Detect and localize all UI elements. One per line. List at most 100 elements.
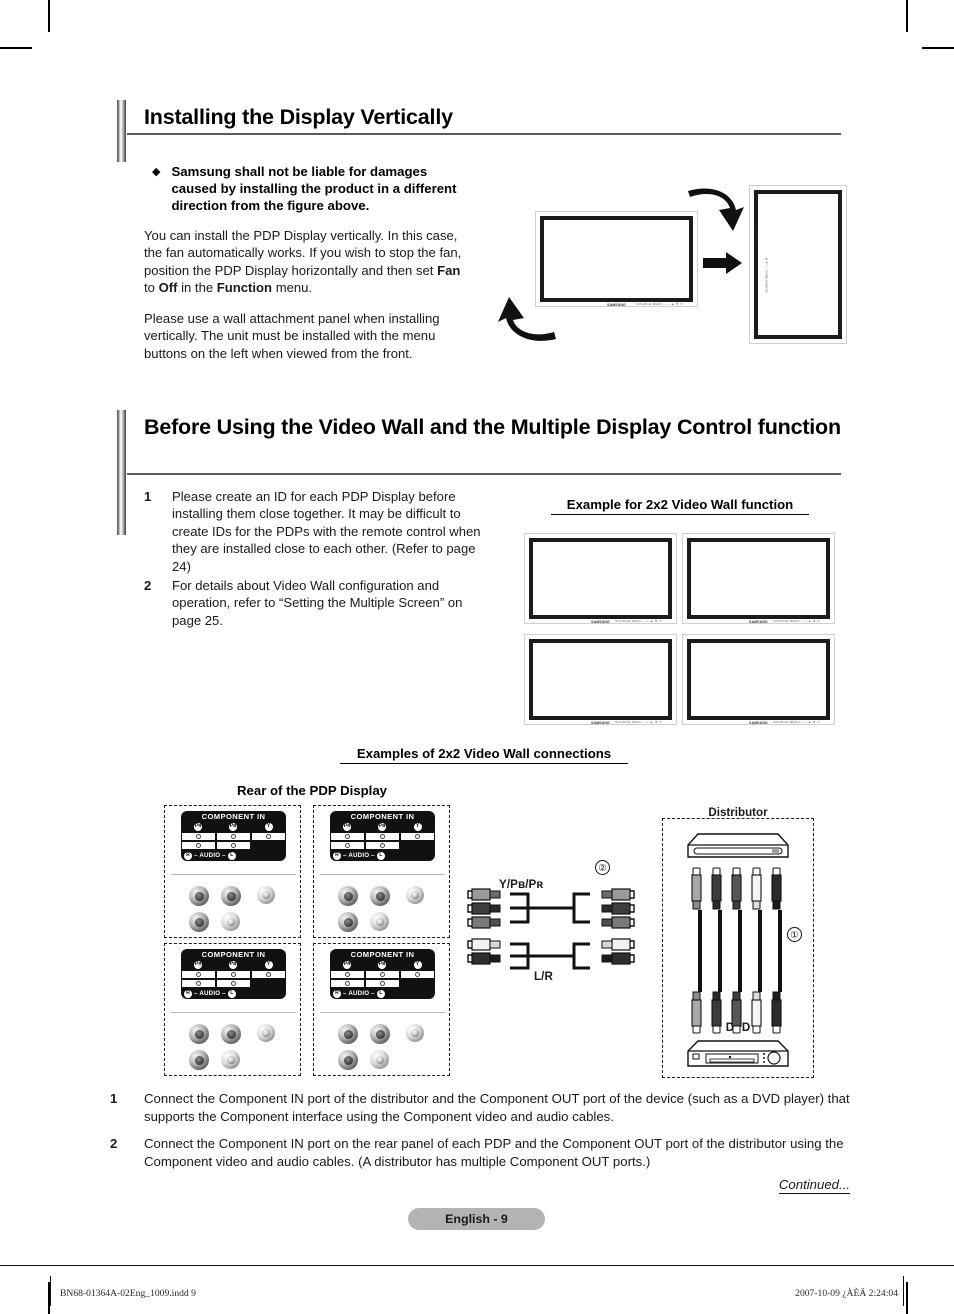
component-in-title: COMPONENT IN	[350, 812, 415, 821]
rca-jack-pb-1	[221, 886, 241, 906]
audio-badge-l: L	[227, 851, 236, 860]
hole-cell	[181, 970, 216, 979]
distributor-label: Distributor	[708, 806, 768, 819]
footer-filename: BN68-01364A-02Eng_1009.indd 9	[60, 1288, 196, 1299]
videowall-display-2: SAMSUNG SOURCE MENU − + ▲ ▼ ⏻	[682, 533, 835, 624]
rear-panel-3: COMPONENT IN Pʀ Pʙ Y R – AUDIO – L	[164, 943, 301, 1076]
list-item-number: 2	[144, 578, 152, 594]
diamond-bullet-icon: ◆	[152, 166, 161, 178]
jack-hole-icon	[231, 834, 236, 839]
component-in-jack-header: Pʀ Pʙ Y	[181, 960, 286, 970]
continued-link[interactable]: Continued...	[778, 1177, 850, 1194]
videowall-display-2-screen: SAMSUNG SOURCE MENU − + ▲ ▼ ⏻	[687, 538, 830, 624]
section1-bullet: ◆ Samsung shall not be liable for damage…	[152, 163, 471, 215]
jack-header-cell: Y	[400, 960, 435, 970]
jack-header-cell: Pʀ	[330, 960, 365, 970]
section1-para1-bold-off: Off	[158, 280, 178, 296]
audio-badge-r: R	[184, 851, 192, 860]
hole-cell	[330, 841, 365, 850]
section1-para1-part-c: to	[144, 280, 159, 296]
page-number-badge: English - 9	[408, 1208, 545, 1230]
list-item-text: Connect the Component IN port of the dis…	[144, 1091, 850, 1124]
hole-cell	[181, 979, 216, 988]
jack-badge-y: Y	[264, 961, 273, 969]
rca-jack-audio-r-4	[338, 1050, 358, 1070]
cable-marker-2: ②	[595, 860, 610, 875]
jack-hole-icon	[380, 843, 385, 848]
jack-badge-y: Y	[413, 961, 422, 969]
jack-badge-pr: Pʀ	[343, 961, 351, 969]
pdp-landscape-brand: SAMSUNG	[607, 303, 626, 307]
jack-header-cell: Pʙ	[365, 822, 400, 832]
videowall-display-2-buttons: SOURCE MENU − + ▲ ▼ ⏻	[773, 619, 820, 623]
right-arrow-icon	[703, 252, 742, 274]
jack-hole-icon	[196, 981, 201, 986]
rca-jack-y-1	[257, 886, 275, 904]
rca-jack-y-4	[406, 1024, 424, 1042]
hole-cell	[365, 832, 400, 841]
jack-hole-icon	[231, 972, 236, 977]
bottom-instruction-list: 1 Connect the Component IN port of the d…	[110, 1090, 850, 1180]
rotate-clockwise-arrow-icon	[688, 188, 744, 231]
hole-cell	[216, 832, 251, 841]
jack-hole-icon	[415, 972, 420, 977]
component-cable-bundle-icon	[691, 867, 782, 1034]
rear-panel-caption: Rear of the PDP Display	[237, 783, 387, 798]
jack-badge-pr: Pʀ	[194, 961, 202, 969]
jack-badge-pb: Pʙ	[229, 961, 237, 969]
pdp-display-landscape: SAMSUNG SOURCE MENU − + ▲ ▼ ⏻	[535, 211, 698, 307]
component-in-hole-row-2	[181, 841, 286, 850]
rca-jack-pb-2	[370, 886, 390, 906]
jack-hole-icon	[380, 981, 385, 986]
list-item-number: 1	[110, 1091, 118, 1106]
videowall-display-3: SAMSUNG SOURCE MENU − + ▲ ▼ ⏻	[524, 634, 677, 725]
component-in-hole-row-1	[330, 970, 435, 979]
videowall-display-1-buttons: SOURCE MENU − + ▲ ▼ ⏻	[615, 619, 662, 623]
pdp-portrait-buttons: SOURCE MENU − + ▲ ▼	[764, 257, 769, 293]
hole-cell-blank	[251, 979, 286, 988]
hole-cell	[181, 841, 216, 850]
hole-cell	[251, 970, 286, 979]
rca-jack-y-3	[257, 1024, 275, 1042]
rca-jack-audio-r-3	[189, 1050, 209, 1070]
rear-panel-4: COMPONENT IN Pʀ Pʙ Y R – AUDIO – L	[313, 943, 450, 1076]
rca-jack-audio-r-1	[189, 912, 209, 932]
component-in-label-1: COMPONENT IN Pʀ Pʙ Y R – AUDIO – L	[181, 811, 286, 861]
list-item: 2 For details about Video Wall configura…	[144, 577, 494, 629]
hole-cell	[216, 841, 251, 850]
list-item-number: 2	[110, 1136, 118, 1152]
jack-hole-icon	[345, 834, 350, 839]
pdp-landscape-buttons: SOURCE MENU − + ▲ ▼ ⏻	[636, 302, 683, 306]
jack-hole-icon	[196, 843, 201, 848]
rca-jack-pr-2	[338, 886, 358, 906]
list-item: 2 Connect the Component IN port on the r…	[110, 1135, 850, 1170]
audio-row-3: R – AUDIO – L	[181, 988, 286, 999]
jack-hole-icon	[231, 981, 236, 986]
section1-para1-bold-fan: Fan	[437, 262, 461, 278]
audio-badge-r: R	[333, 989, 341, 998]
jack-badge-pb: Pʙ	[378, 823, 386, 831]
jack-header-cell: Y	[400, 822, 435, 832]
audio-badge-l: L	[227, 989, 236, 998]
footer-timestamp: 2007-10-09 ¿ÀÈÄ 2:24:04	[795, 1288, 898, 1299]
videowall-display-2-brand: SAMSUNG	[749, 620, 768, 624]
component-in-label-3: COMPONENT IN Pʀ Pʙ Y R – AUDIO – L	[181, 949, 286, 999]
rca-jack-pb-4	[370, 1024, 390, 1044]
panel-divider	[171, 874, 296, 875]
section2-accent-bar	[117, 410, 126, 535]
hole-cell	[330, 970, 365, 979]
hole-cell-blank	[251, 841, 286, 850]
rotate-counterclockwise-arrow-icon	[498, 297, 556, 341]
manual-page: Installing the Display Vertically ◆ Sams…	[0, 0, 954, 1314]
component-in-label-4: COMPONENT IN Pʀ Pʙ Y R – AUDIO – L	[330, 949, 435, 999]
section1-paragraph-1: You can install the PDP Display vertical…	[144, 227, 462, 297]
rca-jack-pb-3	[221, 1024, 241, 1044]
videowall-display-4: SAMSUNG SOURCE MENU − + ▲ ▼ ⏻	[682, 634, 835, 725]
section1-accent-bar	[117, 100, 126, 162]
videowall-display-3-buttons: SOURCE MENU − + ▲ ▼ ⏻	[615, 720, 662, 724]
hole-cell-blank	[400, 979, 435, 988]
connections-caption: Examples of 2x2 Video Wall connections	[340, 746, 628, 764]
jack-header-cell: Pʀ	[181, 960, 216, 970]
panel-divider	[320, 874, 445, 875]
footer-rule	[0, 1265, 954, 1267]
